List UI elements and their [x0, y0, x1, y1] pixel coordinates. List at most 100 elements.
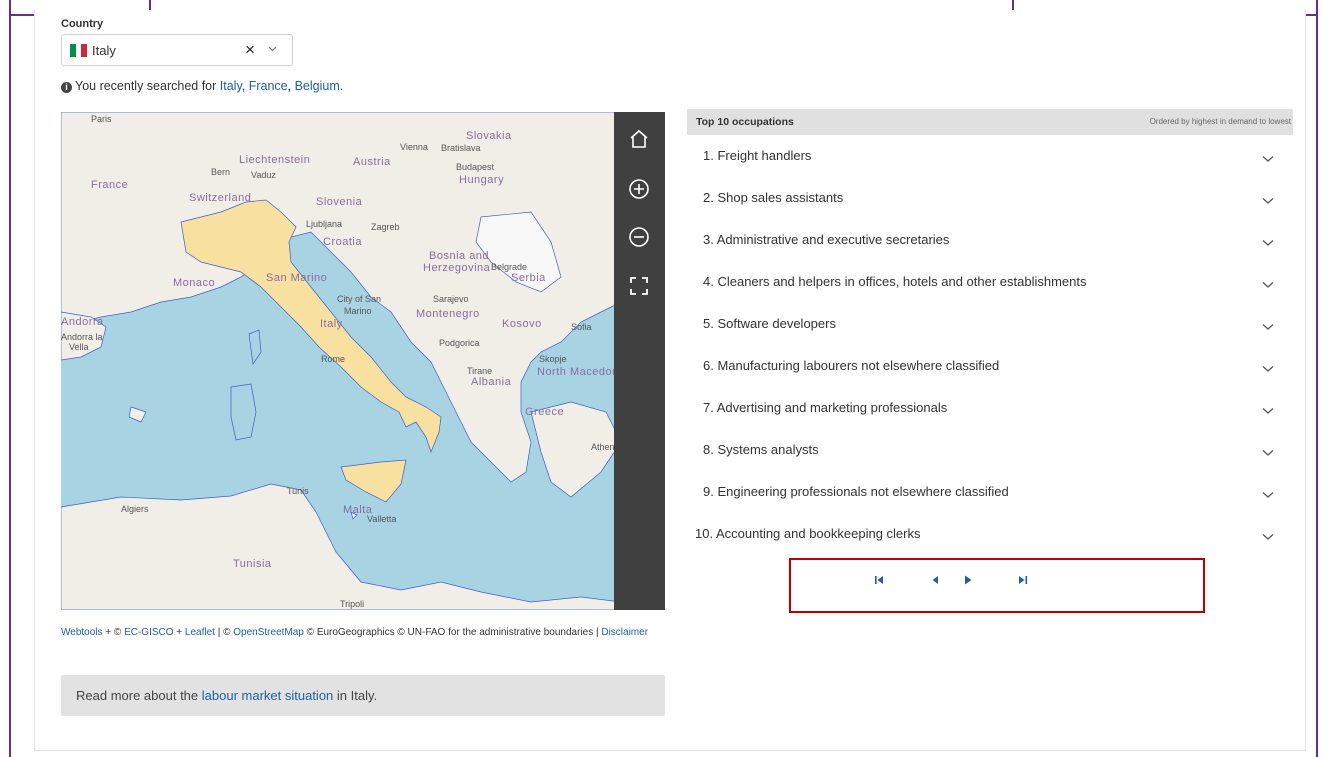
recent-search-france[interactable]: France — [249, 79, 288, 93]
occupation-label: 10. Accounting and bookkeeping clerks — [695, 526, 921, 541]
chevron-down-icon[interactable] — [1262, 402, 1274, 414]
recent-search-italy[interactable]: Italy — [220, 79, 242, 93]
webtools-link[interactable]: Webtools — [61, 627, 103, 638]
chevron-down-icon[interactable] — [1262, 528, 1274, 540]
map-label-greece: Greece — [525, 406, 565, 418]
chevron-down-icon[interactable] — [1262, 150, 1274, 162]
occupation-label: 5. Software developers — [703, 316, 836, 331]
fullscreen-icon[interactable] — [626, 275, 652, 301]
map-label-tunis: Tunis — [287, 486, 309, 496]
map-label-montenegro: Montenegro — [416, 308, 480, 320]
map-label-vienna: Vienna — [400, 142, 428, 152]
map-label-serbia: Serbia — [511, 272, 546, 284]
map-label-herzegovina: Herzegovina — [423, 262, 491, 274]
labour-market-link[interactable]: labour market situation — [202, 688, 334, 703]
recent-search-belgium[interactable]: Belgium — [295, 79, 340, 93]
occupation-label: 9. Engineering professionals not elsewhe… — [703, 484, 1009, 499]
map-label-bern: Bern — [211, 167, 231, 177]
map-label-tirane: Tirane — [467, 366, 493, 376]
chevron-down-icon[interactable] — [1262, 486, 1274, 498]
map-label-monaco: Monaco — [173, 277, 216, 289]
zoom-out-icon[interactable] — [626, 226, 652, 252]
map-label-vaduz: Vaduz — [251, 170, 276, 180]
map-label-hungary: Hungary — [459, 174, 505, 186]
italy-flag-icon — [70, 44, 88, 57]
map-label-switzerland: Switzerland — [189, 192, 252, 204]
occupation-item[interactable]: 2. Shop sales assistants — [687, 178, 1293, 219]
occupation-label: 3. Administrative and executive secretar… — [703, 232, 950, 247]
last-page-icon[interactable] — [1016, 573, 1030, 587]
home-icon[interactable] — [626, 128, 652, 154]
read-more-box: Read more about the labour market situat… — [61, 675, 665, 716]
map-label-budapest: Budapest — [456, 162, 495, 172]
occupation-label: 6. Manufacturing labourers not elsewhere… — [703, 358, 1000, 373]
map-label-liechtenstein: Liechtenstein — [239, 154, 311, 166]
openstreetmap-link[interactable]: OpenStreetMap — [233, 627, 304, 638]
chevron-down-icon[interactable] — [1262, 444, 1274, 456]
recent-search-prefix: You recently searched for — [75, 79, 217, 93]
map-label-andorra-la: Andorra la — [61, 332, 103, 342]
occupation-label: 2. Shop sales assistants — [703, 190, 844, 205]
map[interactable]: Paris Slovakia Vienna Bratislava Liechte… — [61, 112, 665, 610]
occupation-item[interactable]: 3. Administrative and executive secretar… — [687, 220, 1293, 261]
disclaimer-link[interactable]: Disclaimer — [601, 627, 648, 638]
map-label-skopje: Skopje — [539, 354, 567, 364]
map-label-paris: Paris — [91, 114, 112, 124]
map-label-sofia: Sofia — [571, 322, 592, 332]
chevron-down-icon[interactable] — [1262, 234, 1274, 246]
map-label-bratislava: Bratislava — [441, 143, 481, 153]
clear-icon[interactable]: × — [245, 40, 255, 60]
chevron-down-icon[interactable] — [1262, 318, 1274, 330]
map-label-marino: Marino — [344, 306, 372, 316]
map-canvas — [61, 112, 665, 610]
occupations-title: Top 10 occupations — [696, 116, 794, 128]
country-select[interactable]: Italy × — [61, 34, 293, 66]
map-label-kosovo: Kosovo — [502, 318, 542, 330]
occupation-label: 4. Cleaners and helpers in offices, hote… — [703, 274, 1087, 289]
occupation-item[interactable]: 9. Engineering professionals not elsewhe… — [687, 472, 1293, 513]
map-label-belgrade: Belgrade — [491, 262, 528, 272]
map-label-sarajevo: Sarajevo — [433, 294, 469, 304]
occupation-item[interactable]: 1. Freight handlers — [687, 136, 1293, 177]
map-label-valletta: Valletta — [367, 514, 397, 524]
occupation-label: 1. Freight handlers — [703, 148, 812, 163]
map-label-podgorica: Podgorica — [439, 338, 480, 348]
previous-page-icon[interactable] — [928, 573, 942, 587]
map-attribution: Webtools + © EC-GISCO + Leaflet | © Open… — [61, 627, 649, 638]
country-selected-value: Italy — [92, 43, 116, 58]
map-label-ljubljana: Ljubljana — [306, 219, 343, 229]
occupation-item[interactable]: 6. Manufacturing labourers not elsewhere… — [687, 346, 1293, 387]
country-label: Country — [61, 18, 104, 30]
occupation-item[interactable]: 5. Software developers — [687, 304, 1293, 345]
first-page-icon[interactable] — [872, 573, 886, 587]
leaflet-link[interactable]: Leaflet — [185, 627, 215, 638]
occupations-order-note: Ordered by highest in demand to lowest — [1149, 117, 1291, 126]
next-page-icon[interactable] — [961, 573, 975, 587]
map-label-tripoli: Tripoli — [340, 599, 365, 609]
map-label-city-of-san: City of San — [337, 294, 382, 304]
map-controls — [614, 112, 665, 610]
annotation-frame-left — [9, 0, 11, 757]
occupations-header: Top 10 occupations Ordered by highest in… — [687, 109, 1293, 135]
occupation-item[interactable]: 7. Advertising and marketing professiona… — [687, 388, 1293, 429]
occupation-item[interactable]: 4. Cleaners and helpers in offices, hote… — [687, 262, 1293, 303]
info-icon: i — [61, 82, 72, 93]
map-label-tunisia: Tunisia — [233, 558, 272, 570]
ec-gisco-link[interactable]: EC-GISCO — [124, 627, 173, 638]
annotation-frame-right — [1316, 0, 1318, 757]
chevron-down-icon[interactable] — [268, 44, 277, 55]
map-label-albania: Albania — [471, 376, 512, 388]
map-label-north-macedonia: North Macedon — [537, 366, 619, 378]
occupation-item[interactable]: 10. Accounting and bookkeeping clerks — [687, 514, 1293, 555]
chevron-down-icon[interactable] — [1262, 276, 1274, 288]
zoom-in-icon[interactable] — [626, 178, 652, 204]
map-label-croatia: Croatia — [323, 236, 362, 248]
occupation-item[interactable]: 8. Systems analysts — [687, 430, 1293, 471]
chevron-down-icon[interactable] — [1262, 192, 1274, 204]
map-label-bosnia: Bosnia and — [429, 250, 490, 262]
pagination-highlight — [789, 558, 1205, 613]
map-label-vella: Vella — [69, 342, 89, 352]
map-label-algiers: Algiers — [121, 504, 149, 514]
map-label-andorra: Andorra — [61, 316, 104, 328]
chevron-down-icon[interactable] — [1262, 360, 1274, 372]
